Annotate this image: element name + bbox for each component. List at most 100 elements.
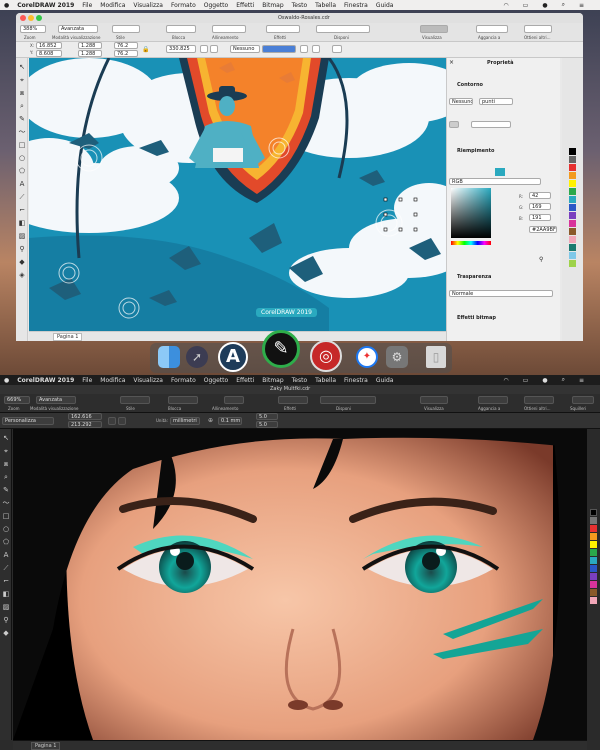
outline-color-swatch[interactable]	[449, 121, 459, 128]
palette-swatch-teal[interactable]	[569, 244, 576, 251]
bottom-swatch-magenta[interactable]	[590, 581, 597, 588]
zoom-tool-icon[interactable]: ⌕	[16, 101, 28, 112]
user-icon-dark[interactable]: ●	[542, 377, 547, 384]
menu-object-dark[interactable]: Oggetto	[204, 377, 228, 384]
bottom-shadow-icon[interactable]: ◧	[0, 589, 12, 600]
docker-close-icon[interactable]: ×	[449, 59, 454, 66]
bottom-eyedropper-icon[interactable]: ⚲	[0, 615, 12, 626]
bottom-swatch-brown[interactable]	[590, 589, 597, 596]
bottom-ellipse-tool-icon[interactable]: ○	[0, 524, 12, 535]
bottom-y-input[interactable]: 213.292	[68, 421, 102, 428]
scale-y-input[interactable]: 76.2	[114, 50, 138, 57]
minimize-button[interactable]	[28, 15, 34, 21]
effects-button[interactable]	[266, 25, 300, 33]
menu-window-dark[interactable]: Finestra	[344, 377, 368, 384]
palette-swatch-gray[interactable]	[569, 156, 576, 163]
outline-width-select[interactable]: Nessuno	[230, 45, 260, 53]
y-input[interactable]: 8.608	[36, 50, 62, 57]
outline-header[interactable]: Contorno	[447, 80, 560, 90]
safari-dock-icon[interactable]: ✦	[356, 346, 378, 368]
rectangle-tool-icon[interactable]: □	[16, 140, 28, 151]
menu-effects-dark[interactable]: Effetti	[236, 377, 254, 384]
b-input[interactable]: 191	[529, 214, 551, 221]
bottom-units-select[interactable]: millimetri	[170, 417, 200, 425]
menu-table[interactable]: Tabella	[315, 2, 336, 9]
bottom-landscape-button[interactable]	[118, 417, 126, 425]
outline-units-select[interactable]: punti	[479, 98, 513, 105]
bottom-x-input[interactable]: 162.616	[68, 413, 102, 420]
bottom-rect-tool-icon[interactable]: □	[0, 511, 12, 522]
bottom-snap-button[interactable]	[478, 396, 508, 404]
get-more-button[interactable]	[524, 25, 552, 33]
bottom-view-button[interactable]	[420, 396, 448, 404]
menu-bitmap[interactable]: Bitmap	[262, 2, 283, 9]
connector-tool-icon[interactable]: ⌐	[16, 205, 28, 216]
bottom-nudge-input[interactable]: 0.1 mm	[218, 417, 242, 425]
top-canvas[interactable]	[29, 58, 446, 331]
fontbook-dock-icon[interactable]: A	[218, 342, 248, 372]
fill-header[interactable]: Riempimento	[447, 146, 560, 156]
palette-swatch-blue[interactable]	[569, 204, 576, 211]
menu-text-dark[interactable]: Testo	[292, 377, 308, 384]
lock-ratio-icon[interactable]: 🔒	[142, 46, 149, 53]
palette-swatch-black[interactable]	[569, 148, 576, 155]
coreldraw-dock-icon[interactable]: ✎	[262, 330, 300, 368]
r-input[interactable]: 42	[529, 192, 551, 199]
mirror-v-button[interactable]	[210, 45, 218, 53]
bottom-zoom-tool-icon[interactable]: ⌕	[0, 472, 12, 483]
outline-width-field[interactable]: Nessuno	[449, 98, 473, 105]
bottom-swatch-yellow[interactable]	[590, 541, 597, 548]
bottom-swatch-red[interactable]	[590, 525, 597, 532]
bottom-portrait-button[interactable]	[108, 417, 116, 425]
apple-icon-dark[interactable]: ●	[4, 377, 9, 384]
ellipse-tool-icon[interactable]: ○	[16, 153, 28, 164]
bottom-getmore-button[interactable]	[524, 396, 554, 404]
drop-shadow-icon[interactable]: ◧	[16, 218, 28, 229]
bitmap-effects-header[interactable]: Effetti bitmap	[447, 313, 560, 323]
menu-window[interactable]: Finestra	[344, 2, 368, 9]
transparency-header[interactable]: Trasparenza	[447, 272, 560, 282]
bottom-style-button[interactable]	[120, 396, 150, 404]
bottom-squilleri-button[interactable]	[572, 396, 594, 404]
palette-swatch-purple[interactable]	[569, 212, 576, 219]
bottom-zoom-select[interactable]: 669%	[4, 396, 30, 404]
page-tab[interactable]: Pagina 1	[53, 333, 83, 341]
palette-swatch-lightblue[interactable]	[569, 252, 576, 259]
bottom-lock-button[interactable]	[168, 396, 198, 404]
menu-file[interactable]: File	[82, 2, 92, 9]
width-input[interactable]: 1.288	[78, 42, 102, 49]
view-mode-select[interactable]: Avanzata	[58, 25, 98, 33]
palette-swatch-pink[interactable]	[569, 236, 576, 243]
menu-edit[interactable]: Modifica	[100, 2, 125, 9]
eyedropper-icon[interactable]: ⚲	[539, 256, 543, 263]
close-button[interactable]	[20, 15, 26, 21]
menu-view-dark[interactable]: Visualizza	[133, 377, 163, 384]
bottom-swatch-orange[interactable]	[590, 533, 597, 540]
bottom-preset-select[interactable]: Personalizza	[2, 417, 54, 425]
arrange-button[interactable]	[316, 25, 370, 33]
bottom-page-tab[interactable]: Pagina 1	[31, 742, 61, 750]
menu-format-dark[interactable]: Formato	[171, 377, 196, 384]
bottom-text-tool-icon[interactable]: A	[0, 550, 12, 561]
align-button[interactable]	[212, 25, 246, 33]
finder-dock-icon[interactable]	[158, 346, 180, 368]
bottom-dupy-input[interactable]: 5.0	[256, 421, 278, 428]
menu-help[interactable]: Guida	[376, 2, 394, 9]
palette-swatch-brown[interactable]	[569, 228, 576, 235]
artistic-media-icon[interactable]: 〜	[16, 127, 28, 138]
color-picker-area[interactable]	[451, 188, 491, 238]
bottom-polygon-tool-icon[interactable]: ⬠	[0, 537, 12, 548]
bottom-swatch-green[interactable]	[590, 549, 597, 556]
bottom-swatch-black[interactable]	[590, 509, 597, 516]
scale-x-input[interactable]: 76.2	[114, 42, 138, 49]
wifi-icon[interactable]: ◠	[503, 2, 508, 9]
height-input[interactable]: 1.288	[78, 50, 102, 57]
battery-icon[interactable]: ▭	[523, 2, 529, 9]
trash-dock-icon[interactable]: ▯	[426, 346, 446, 368]
transparency-tool-icon[interactable]: ▨	[16, 231, 28, 242]
bottom-swatch-cyan[interactable]	[590, 557, 597, 564]
user-icon[interactable]: ●	[542, 2, 547, 9]
palette-swatch-cyan[interactable]	[569, 196, 576, 203]
bottom-fill-icon[interactable]: ◆	[0, 628, 12, 639]
palette-swatch-orange[interactable]	[569, 172, 576, 179]
